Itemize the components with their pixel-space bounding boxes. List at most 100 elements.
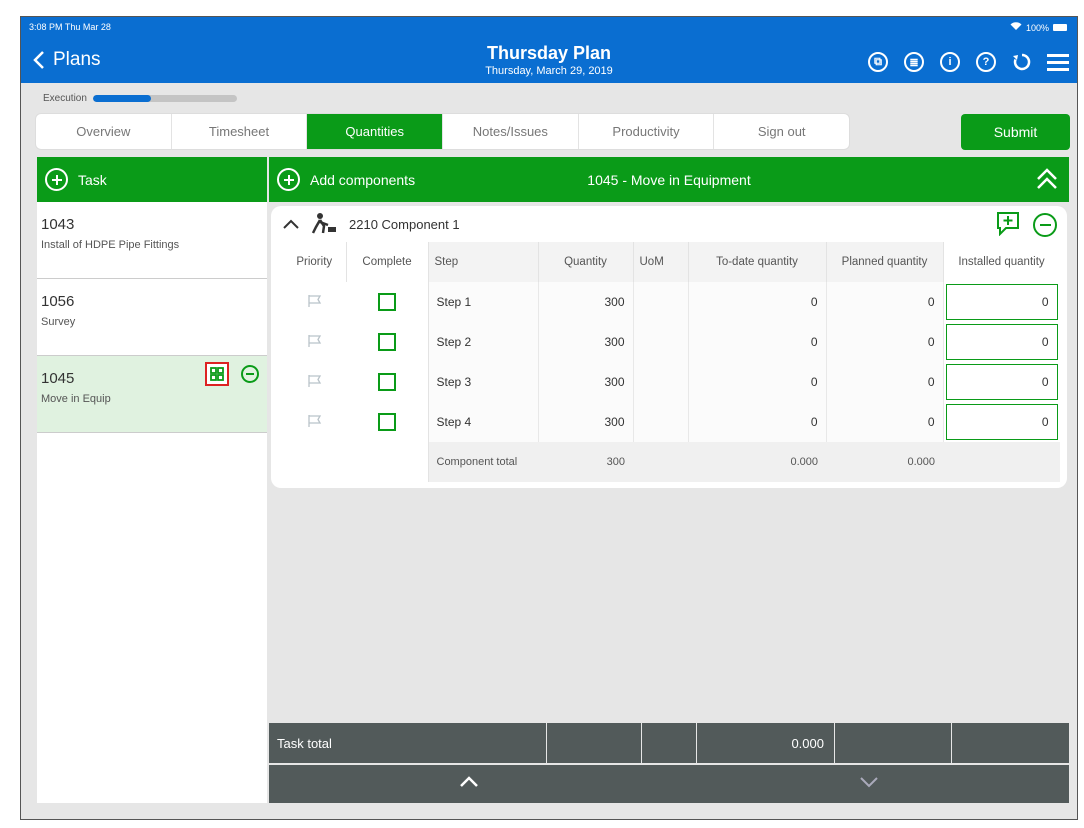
step-to-date-quantity: 0 xyxy=(688,322,827,362)
battery-percent: 100% xyxy=(1025,22,1049,33)
chevron-up-icon xyxy=(459,775,479,793)
top-header: 3:08 PM Thu Mar 28 100% Plans Thursday P… xyxy=(21,17,1077,83)
complete-checkbox[interactable] xyxy=(377,293,396,311)
step-planned-quantity: 0 xyxy=(826,282,944,322)
task-item[interactable]: 1056 Survey xyxy=(37,279,267,356)
task-header-label: Task xyxy=(78,171,107,188)
step-quantity: 300 xyxy=(538,362,634,402)
step-quantity: 300 xyxy=(538,402,634,442)
add-task-bar[interactable]: Task xyxy=(37,157,267,202)
tab-timesheet[interactable]: Timesheet xyxy=(172,114,308,149)
tab-quantities[interactable]: Quantities xyxy=(307,114,444,149)
priority-flag-icon[interactable] xyxy=(307,374,323,388)
step-uom xyxy=(633,282,689,322)
complete-checkbox[interactable] xyxy=(377,373,396,391)
task-total-uom xyxy=(642,723,697,763)
table-row: Step 1 300 0 0 0 xyxy=(283,282,1060,322)
table-row: Step 4 300 0 0 0 xyxy=(283,402,1060,442)
step-uom xyxy=(633,402,689,442)
task-total-installed xyxy=(952,723,1069,763)
column-header: To-date quantity xyxy=(688,242,827,282)
grid-view-icon[interactable] xyxy=(205,362,229,386)
app-window: 3:08 PM Thu Mar 28 100% Plans Thursday P… xyxy=(20,16,1078,820)
component-total-planned: 0.000 xyxy=(826,442,943,482)
chevron-down-icon xyxy=(859,775,879,793)
tab-notes-issues[interactable]: Notes/Issues xyxy=(443,114,579,149)
chevron-up-icon[interactable] xyxy=(283,217,299,232)
column-header: Planned quantity xyxy=(826,242,944,282)
priority-flag-icon[interactable] xyxy=(307,294,323,308)
installed-quantity-input[interactable]: 0 xyxy=(945,324,1058,360)
add-components-label[interactable]: Add components xyxy=(310,172,415,188)
execution-label: Execution xyxy=(43,93,87,104)
add-task-icon[interactable] xyxy=(45,168,68,191)
table-row: Step 2 300 0 0 0 xyxy=(283,322,1060,362)
installed-quantity-input[interactable]: 0 xyxy=(945,364,1058,400)
step-quantity: 300 xyxy=(538,282,634,322)
step-to-date-quantity: 0 xyxy=(688,362,827,402)
status-indicators: 100% xyxy=(1010,22,1067,33)
column-header: Step xyxy=(428,242,539,282)
steps-table-header: Priority Complete Step Quantity UoM To-date q… xyxy=(283,242,1060,282)
add-comment-icon[interactable] xyxy=(995,210,1021,239)
installed-quantity-input[interactable]: 0 xyxy=(945,404,1058,440)
step-planned-quantity: 0 xyxy=(826,402,944,442)
worker-icon xyxy=(311,212,337,237)
priority-flag-icon[interactable] xyxy=(307,334,323,348)
step-to-date-quantity: 0 xyxy=(688,282,827,322)
tab-bar: Overview Timesheet Quantities Notes/Issues P… xyxy=(35,113,850,150)
remove-component-icon[interactable] xyxy=(1033,212,1057,237)
components-header: Add components 1045 - Move in Equipment xyxy=(269,157,1069,202)
installed-quantity-input[interactable]: 0 xyxy=(945,284,1058,320)
step-name: Step 4 xyxy=(428,402,539,442)
step-planned-quantity: 0 xyxy=(826,362,944,402)
step-name: Step 1 xyxy=(428,282,539,322)
table-row: Step 3 300 0 0 0 xyxy=(283,362,1060,402)
scroll-down-button[interactable] xyxy=(669,765,1069,803)
column-header: UoM xyxy=(633,242,689,282)
task-item[interactable]: 1045 Move in Equip xyxy=(37,356,267,433)
task-list: 1043 Install of HDPE Pipe Fittings 1056 Sur… xyxy=(37,202,267,433)
scroll-up-button[interactable] xyxy=(269,765,669,803)
step-planned-quantity: 0 xyxy=(826,322,944,362)
complete-checkbox[interactable] xyxy=(377,413,396,431)
clipboard-icon[interactable]: ≣ xyxy=(903,51,925,73)
step-quantity: 300 xyxy=(538,322,634,362)
component-total-to-date: 0.000 xyxy=(688,442,826,482)
battery-icon xyxy=(1053,24,1067,31)
tab-productivity[interactable]: Productivity xyxy=(579,114,715,149)
remove-task-icon[interactable] xyxy=(241,365,259,383)
component-header: 2210 Component 1 xyxy=(271,206,1067,242)
copy-icon[interactable]: ⧉ xyxy=(867,51,889,73)
components-panel: Add components 1045 - Move in Equipment … xyxy=(269,157,1069,488)
execution-progress: Execution xyxy=(43,93,237,104)
sync-icon[interactable] xyxy=(1011,51,1033,73)
task-panel: Task 1043 Install of HDPE Pipe Fittings 10… xyxy=(37,157,267,803)
component-card: 2210 Component 1 Priority Complete Step Qua… xyxy=(271,206,1067,488)
task-description: Move in Equip xyxy=(41,393,111,405)
component-total-row: Component total 300 0.000 0.000 xyxy=(283,442,1060,482)
tab-sign-out[interactable]: Sign out xyxy=(714,114,849,149)
column-header: Complete xyxy=(346,242,429,282)
priority-flag-icon[interactable] xyxy=(307,414,323,428)
execution-track xyxy=(92,95,237,102)
complete-checkbox[interactable] xyxy=(377,333,396,351)
submit-button[interactable]: Submit xyxy=(961,114,1070,150)
tab-overview[interactable]: Overview xyxy=(36,114,172,149)
task-number: 1043 xyxy=(41,216,75,233)
steps-table: Priority Complete Step Quantity UoM To-date q… xyxy=(283,242,1060,482)
task-item[interactable]: 1043 Install of HDPE Pipe Fittings xyxy=(37,202,267,279)
menu-icon[interactable] xyxy=(1047,51,1069,73)
add-components-icon[interactable] xyxy=(277,168,300,191)
task-total-qty xyxy=(547,723,642,763)
task-total-label: Task total xyxy=(269,723,547,763)
help-icon[interactable]: ? xyxy=(975,51,997,73)
component-total-label: Component total xyxy=(428,442,538,482)
collapse-all-icon[interactable] xyxy=(1035,167,1059,194)
task-total-to-date: 0.000 xyxy=(697,723,835,763)
execution-fill xyxy=(92,95,151,102)
wifi-icon xyxy=(1010,22,1022,33)
column-header: Priority xyxy=(283,242,347,282)
step-uom xyxy=(633,322,689,362)
info-icon[interactable]: i xyxy=(939,51,961,73)
